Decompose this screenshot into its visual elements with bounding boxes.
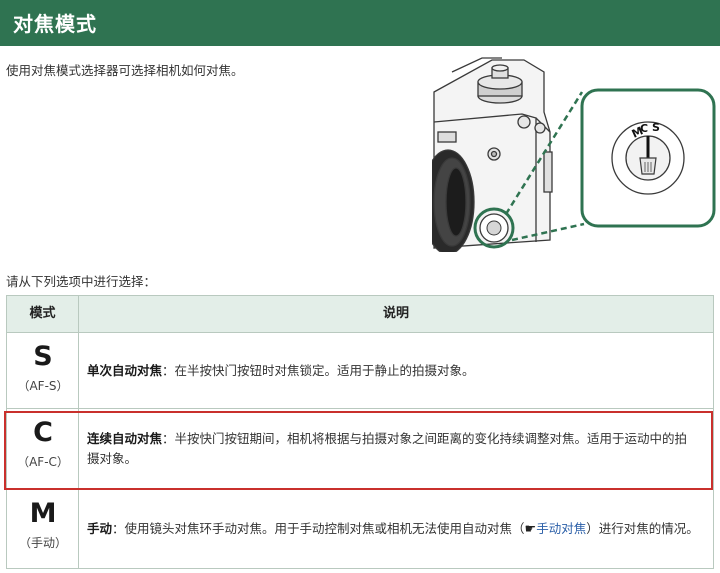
mode-letter: M xyxy=(29,498,57,529)
focus-mode-table: 模式 说明 S （AF-S） 单次自动对焦：在半按快门按钮时对焦锁定。适用于静止… xyxy=(6,295,714,569)
mode-term: 单次自动对焦 xyxy=(87,362,163,378)
page-header: 对焦模式 xyxy=(0,0,720,46)
table-header: 模式 说明 xyxy=(7,296,713,333)
description-cell: 单次自动对焦：在半按快门按钮时对焦锁定。适用于静止的拍摄对象。 xyxy=(87,333,699,408)
mode-term: 手动 xyxy=(87,520,113,536)
page-title: 对焦模式 xyxy=(13,12,97,36)
mode-subtitle: （AF-S） xyxy=(17,379,69,393)
camera-illustration: M C S xyxy=(432,57,716,252)
mode-cell: C （AF-C） xyxy=(7,409,79,489)
focus-selector-small xyxy=(473,207,515,249)
description-cell: 手动：使用镜头对焦环手动对焦。用于手动控制对焦或相机无法使用自动对焦（☛手动对焦… xyxy=(87,490,699,568)
mode-description-before: ：使用镜头对焦环手动对焦。用于手动控制对焦或相机无法使用自动对焦（ xyxy=(112,520,525,536)
mode-term: 连续自动对焦 xyxy=(87,431,163,446)
zoom-bubble: M C S xyxy=(580,88,716,228)
mode-description: ：半按快门按钮期间，相机将根据与拍摄对象之间距离的变化持续调整对焦。适用于运动中… xyxy=(87,431,688,466)
manual-focus-link[interactable]: 手动对焦 xyxy=(536,521,586,536)
table-row: C （AF-C） 连续自动对焦：半按快门按钮期间，相机将根据与拍摄对象之间距离的… xyxy=(7,409,713,489)
intro-text: 使用对焦模式选择器可选择相机如何对焦。 xyxy=(6,63,244,78)
column-header-description: 说明 xyxy=(382,306,409,321)
mode-letter: S xyxy=(33,341,53,372)
column-header-mode: 模式 xyxy=(7,296,79,332)
mode-description: ：在半按快门按钮时对焦锁定。适用于静止的拍摄对象。 xyxy=(162,362,475,378)
description-cell: 连续自动对焦：半按快门按钮期间，相机将根据与拍摄对象之间距离的变化持续调整对焦。… xyxy=(87,409,699,489)
mode-description-after: ）进行对焦的情况。 xyxy=(586,520,699,536)
pointing-hand-icon: ☛ xyxy=(524,521,537,537)
choose-label: 请从下列选项中进行选择： xyxy=(6,274,157,289)
mode-cell: S （AF-S） xyxy=(7,333,79,408)
dial-label-c: C xyxy=(640,122,648,135)
table-row: S （AF-S） 单次自动对焦：在半按快门按钮时对焦锁定。适用于静止的拍摄对象。 xyxy=(7,333,713,409)
table-row: M （手动） 手动：使用镜头对焦环手动对焦。用于手动控制对焦或相机无法使用自动对… xyxy=(7,489,713,568)
mode-letter: C xyxy=(33,417,53,448)
mode-subtitle: （AF-C） xyxy=(17,455,69,469)
mode-cell: M （手动） xyxy=(7,490,79,568)
mode-subtitle: （手动） xyxy=(18,536,67,550)
dial-label-s: S xyxy=(652,121,660,134)
